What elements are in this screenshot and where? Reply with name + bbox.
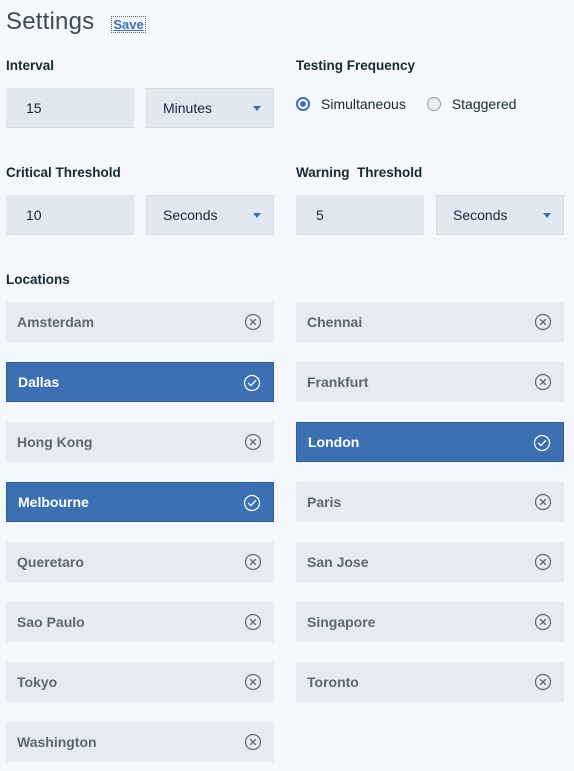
location-tile-chennai[interactable]: Chennai (296, 302, 564, 342)
location-tile-frankfurt[interactable]: Frankfurt (296, 362, 564, 402)
close-circle-icon[interactable] (534, 373, 552, 391)
check-circle-icon[interactable] (533, 434, 551, 452)
location-tile-london[interactable]: London (296, 422, 564, 462)
location-tile-hong-kong[interactable]: Hong Kong (6, 422, 274, 462)
location-name: Amsterdam (17, 314, 95, 330)
location-name: Queretaro (17, 554, 84, 570)
location-tile-singapore[interactable]: Singapore (296, 602, 564, 642)
check-circle-icon[interactable] (243, 374, 261, 392)
warning-threshold-unit-value: Seconds (453, 207, 508, 223)
location-name: Melbourne (18, 494, 89, 510)
radio-staggered-label: Staggered (451, 96, 517, 112)
location-name: Tokyo (17, 674, 58, 690)
page-header: Settings Save (6, 8, 146, 36)
close-circle-icon[interactable] (244, 313, 262, 331)
location-name: London (308, 434, 360, 450)
save-link[interactable]: Save (111, 16, 146, 33)
critical-threshold-label: Critical Threshold (6, 165, 121, 180)
interval-unit-value: Minutes (163, 100, 213, 116)
interval-unit-select[interactable]: Minutes (146, 88, 274, 128)
critical-threshold-unit-select[interactable]: Seconds (146, 195, 274, 235)
critical-threshold-input[interactable] (6, 195, 134, 234)
location-name: Frankfurt (307, 374, 369, 390)
warning-threshold-unit-select[interactable]: Seconds (436, 195, 564, 235)
interval-label: Interval (6, 58, 55, 73)
warning-threshold-label: Warning Threshold (296, 165, 423, 180)
location-tile-paris[interactable]: Paris (296, 482, 564, 522)
radio-unselected-icon (426, 97, 441, 111)
critical-threshold-input-wrapper (6, 195, 134, 235)
caret-down-icon (253, 106, 261, 111)
close-circle-icon[interactable] (534, 313, 552, 331)
location-tile-amsterdam[interactable]: Amsterdam (6, 302, 274, 342)
location-name: Washington (17, 734, 97, 750)
page-title: Settings (6, 8, 95, 35)
warning-threshold-input-wrapper (296, 195, 424, 235)
location-name: Toronto (307, 674, 359, 690)
location-name: Hong Kong (17, 434, 93, 450)
testing-frequency-radio-group: Simultaneous Staggered (296, 96, 537, 112)
location-tile-dallas[interactable]: Dallas (6, 362, 274, 402)
location-tile-queretaro[interactable]: Queretaro (6, 542, 274, 582)
location-tile-san-jose[interactable]: San Jose (296, 542, 564, 582)
warning-threshold-input[interactable] (296, 195, 424, 234)
location-name: Paris (307, 494, 342, 510)
location-name: Singapore (307, 614, 376, 630)
radio-simultaneous-label: Simultaneous (321, 96, 406, 112)
interval-input[interactable] (6, 88, 134, 127)
location-tile-tokyo[interactable]: Tokyo (6, 662, 274, 702)
close-circle-icon[interactable] (244, 433, 262, 451)
locations-label: Locations (6, 272, 70, 287)
location-name: Chennai (307, 314, 363, 330)
close-circle-icon[interactable] (244, 613, 262, 631)
testing-frequency-label: Testing Frequency (296, 58, 416, 73)
location-tile-melbourne[interactable]: Melbourne (6, 482, 274, 522)
location-name: Sao Paulo (17, 614, 85, 630)
close-circle-icon[interactable] (534, 493, 552, 511)
location-tile-washington[interactable]: Washington (6, 722, 274, 762)
critical-threshold-unit-value: Seconds (163, 207, 218, 223)
location-name: San Jose (307, 554, 369, 570)
radio-staggered[interactable]: Staggered (426, 96, 517, 112)
radio-simultaneous[interactable]: Simultaneous (296, 96, 406, 112)
location-tile-toronto[interactable]: Toronto (296, 662, 564, 702)
location-name: Dallas (18, 374, 60, 390)
close-circle-icon[interactable] (534, 673, 552, 691)
close-circle-icon[interactable] (534, 613, 552, 631)
caret-down-icon (543, 213, 551, 218)
close-circle-icon[interactable] (244, 733, 262, 751)
location-tile-sao-paulo[interactable]: Sao Paulo (6, 602, 274, 642)
check-circle-icon[interactable] (243, 494, 261, 512)
caret-down-icon (253, 213, 261, 218)
radio-selected-icon (296, 97, 310, 111)
interval-input-wrapper (6, 88, 134, 128)
close-circle-icon[interactable] (534, 553, 552, 571)
close-circle-icon[interactable] (244, 673, 262, 691)
close-circle-icon[interactable] (244, 553, 262, 571)
